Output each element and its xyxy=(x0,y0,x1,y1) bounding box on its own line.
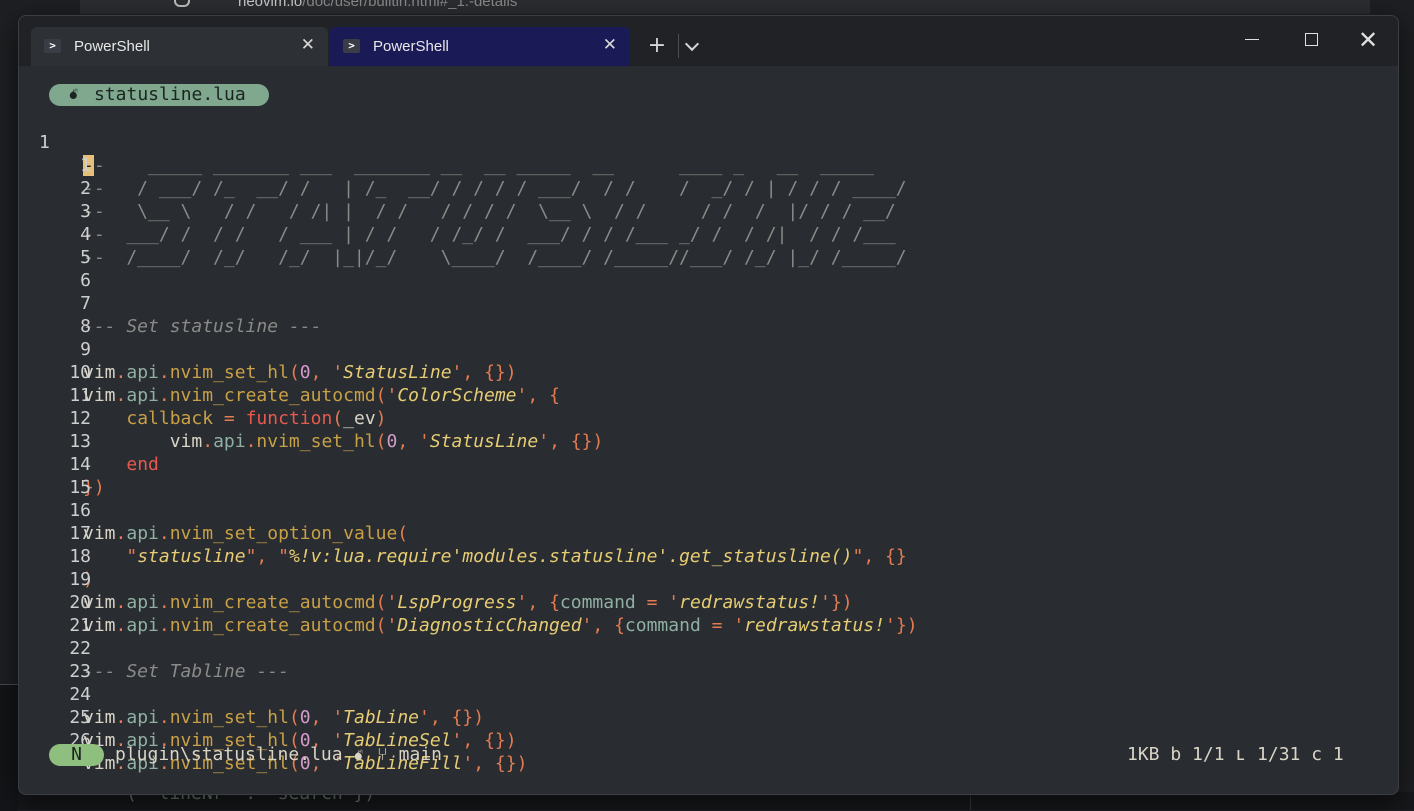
powershell-icon: > xyxy=(343,39,360,53)
status-file-path: plugin\statusline.lua xyxy=(115,744,343,765)
background-browser-bar: neovim.io/doc/user/builtin.html#_1.-deta… xyxy=(80,0,1370,14)
buffer-tab[interactable]: 💣︎ statusline.lua xyxy=(49,84,269,106)
code-line[interactable]: 11 callback = function(_ev) xyxy=(19,361,1379,429)
code-line[interactable]: 3 -- ___/ / / / / ___ | / / / /_/ / ___/… xyxy=(19,177,1379,245)
close-window-button[interactable]: ✕ xyxy=(1358,26,1378,54)
new-tab-button[interactable]: + xyxy=(647,33,667,58)
code-line[interactable]: 12 vim.api.nvim_set_hl(0, 'StatusLine', … xyxy=(19,384,1379,452)
tab-label: PowerShell xyxy=(373,38,449,55)
buffer-tab-label: statusline.lua xyxy=(94,84,246,105)
bomb-icon: 💣︎ xyxy=(354,748,364,764)
code-line[interactable]: 20 vim.api.nvim_create_autocmd('Diagnost… xyxy=(19,568,1379,636)
close-icon[interactable]: ✕ xyxy=(603,35,617,55)
statusline: N plugin\statusline.lua 💣︎ ⑂ main 1KB b … xyxy=(19,743,1398,769)
code-line[interactable]: 19 vim.api.nvim_create_autocmd('LspProgr… xyxy=(19,545,1379,613)
code-line[interactable]: 9 vim.api.nvim_set_hl(0, 'StatusLine', {… xyxy=(19,315,1379,383)
close-icon[interactable]: ✕ xyxy=(301,35,315,55)
git-branch-icon: ⑂ xyxy=(377,744,388,765)
code-line[interactable]: 24 vim.api.nvim_set_hl(0, 'TabLine', {}) xyxy=(19,660,1379,728)
code-line[interactable]: 18 ) xyxy=(19,522,1379,590)
branch-name: main xyxy=(398,744,443,765)
code-line[interactable]: 15 xyxy=(19,453,1379,498)
code-line[interactable]: 6 xyxy=(19,246,1379,291)
code-line[interactable]: 22 --- Set Tabline --- xyxy=(19,614,1379,682)
tab-powershell-2[interactable]: > PowerShell ✕ xyxy=(330,27,630,66)
code-line[interactable]: 7 --- Set statusline --- xyxy=(19,269,1379,337)
code-line[interactable]: 21 xyxy=(19,591,1379,636)
code-line[interactable]: 10 vim.api.nvim_create_autocmd('ColorSch… xyxy=(19,338,1379,406)
tab-divider xyxy=(678,34,679,58)
code-line[interactable]: 1 -- / ___/ /_ __/ / | /_ __/ / / / / __… xyxy=(19,131,1379,199)
code-line[interactable]: 26 vim.api.nvim_set_hl(0, 'TabLineFill',… xyxy=(19,706,1379,774)
code-line[interactable]: 25 vim.api.nvim_set_hl(0, 'TabLineSel', … xyxy=(19,683,1379,751)
tab-powershell-1[interactable]: > PowerShell ✕ xyxy=(31,27,328,66)
code-line[interactable]: 17 "statusline", "%!v:lua.require'module… xyxy=(19,499,1379,567)
code-line[interactable]: 14 }) xyxy=(19,430,1379,498)
code-line[interactable]: 2 -- \__ \ / / / /| | / / / / / / \__ \ … xyxy=(19,154,1379,222)
code-line[interactable]: 23 xyxy=(19,637,1379,682)
code-line[interactable]: 13 end xyxy=(19,407,1379,475)
background-url: neovim.io/doc/user/builtin.html#_1.-deta… xyxy=(238,0,518,10)
shield-icon xyxy=(174,0,190,7)
code-line[interactable]: 8 xyxy=(19,292,1379,337)
mode-badge: N xyxy=(49,744,104,766)
bomb-icon: 💣︎ xyxy=(69,87,79,103)
chevron-down-icon[interactable] xyxy=(684,36,700,52)
code-line[interactable]: 1 -- _____ _______ ___ _______ __ __ ___… xyxy=(19,108,1379,176)
code-line[interactable]: 4 -- /____/ /_/ /_/ |_|/_/ \____/ /____/… xyxy=(19,200,1379,268)
terminal-window: > PowerShell ✕ > PowerShell ✕ + ✕ 💣︎ sta… xyxy=(18,15,1399,795)
code-line[interactable]: 5 xyxy=(19,223,1379,268)
editor[interactable]: 💣︎ statusline.lua 1 -- _____ _______ ___… xyxy=(19,66,1398,794)
background-window-edge xyxy=(0,684,18,811)
powershell-icon: > xyxy=(44,39,61,53)
title-bar: > PowerShell ✕ > PowerShell ✕ + ✕ xyxy=(19,16,1398,66)
status-position-info: 1KB b 1/1 ʟ 1/31 c 1 xyxy=(1127,744,1344,765)
code-line[interactable]: 16 vim.api.nvim_set_option_value( xyxy=(19,476,1379,544)
tab-label: PowerShell xyxy=(74,38,150,55)
git-branch: ⑂ main xyxy=(377,744,442,766)
minimize-button[interactable] xyxy=(1245,39,1259,40)
maximize-button[interactable] xyxy=(1305,33,1318,46)
